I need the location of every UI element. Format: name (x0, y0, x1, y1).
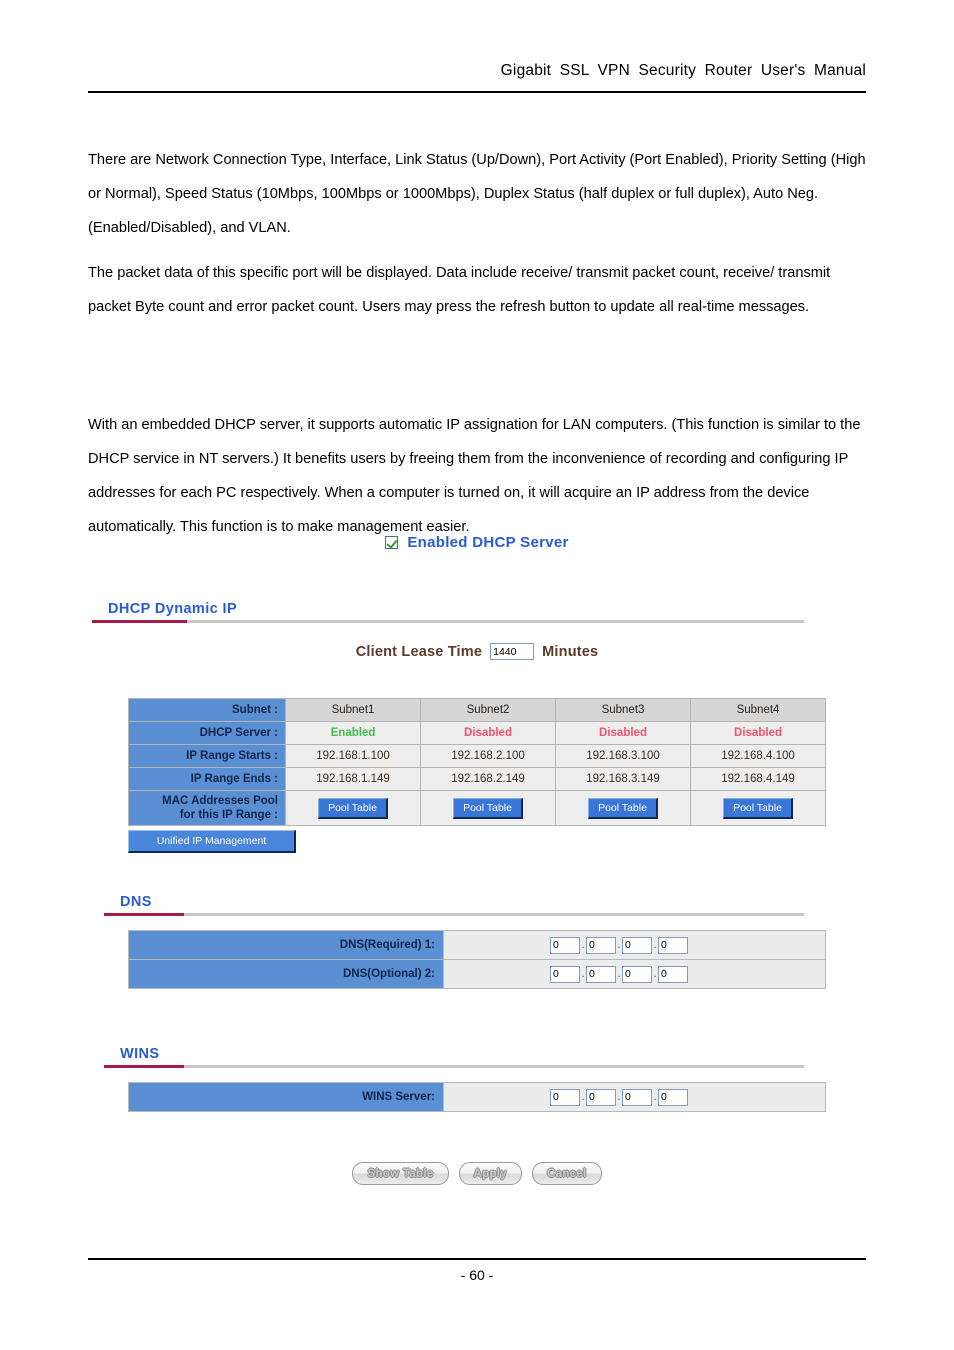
paragraph-port-status: There are Network Connection Type, Inter… (88, 152, 866, 236)
cell-range-start-1: 192.168.1.100 (285, 744, 421, 768)
table-row-wins-server: WINS Server: . . . (128, 1082, 826, 1112)
manual-title: Gigabit SSL VPN Security Router User's M… (500, 62, 866, 79)
section-title: DHCP Dynamic IP (108, 601, 238, 617)
dns1-octet-2[interactable] (586, 936, 616, 954)
row-label-mac-pool-line2: for this IP Range : (179, 809, 278, 821)
dns-settings-table: DNS(Required) 1: . . . DNS(Optional) 2: … (128, 930, 826, 989)
dns-required-octets: . . . (444, 936, 825, 954)
pool-table-button-1[interactable]: Pool Table (318, 797, 388, 819)
client-lease-time-row: Client Lease Time Minutes (0, 643, 954, 660)
row-label-wins-server: WINS Server: (128, 1082, 444, 1112)
cell-subnet1: Subnet1 (285, 698, 421, 722)
enabled-dhcp-server-row[interactable]: Enabled DHCP Server (0, 534, 954, 551)
row-label-mac-pool: MAC Addresses Pool for this IP Range : (128, 790, 286, 826)
client-lease-time-input[interactable] (490, 643, 535, 660)
pool-table-button-4[interactable]: Pool Table (723, 797, 793, 819)
table-row-ip-range-ends: IP Range Ends : 192.168.1.149 192.168.2.… (128, 767, 826, 791)
dns-optional-octets: . . . (444, 965, 825, 983)
table-row-ip-range-starts: IP Range Starts : 192.168.1.100 192.168.… (128, 744, 826, 768)
row-label-dns-optional: DNS(Optional) 2: (128, 959, 444, 989)
cell-range-end-1: 192.168.1.149 (285, 767, 421, 791)
section-underline (104, 913, 804, 916)
dns-required-field-cell: . . . (443, 930, 826, 960)
checkbox-checked-icon[interactable] (385, 536, 399, 549)
footer-divider (88, 1258, 866, 1260)
section-header-wins: WINS (104, 1045, 804, 1068)
paragraph-packet-data: The packet data of this specific port wi… (88, 265, 831, 315)
row-label-ip-range-starts: IP Range Starts : (128, 744, 286, 768)
enabled-dhcp-server-label: Enabled DHCP Server (407, 534, 569, 551)
row-label-dhcp-server: DHCP Server : (128, 721, 286, 745)
section-title: DNS (120, 894, 152, 910)
cell-pool-table-2: Pool Table (420, 790, 556, 826)
document-header: Gigabit SSL VPN Security Router User's M… (88, 62, 866, 80)
cell-pool-table-4: Pool Table (690, 790, 826, 826)
cell-range-end-2: 192.168.2.149 (420, 767, 556, 791)
cell-pool-table-3: Pool Table (555, 790, 691, 826)
cell-dhcp-status-1: Enabled (285, 721, 421, 745)
dns2-octet-3[interactable] (622, 965, 652, 983)
dns1-octet-1[interactable] (550, 936, 580, 954)
section-underline (92, 620, 804, 623)
table-row-dhcp-server: DHCP Server : Enabled Disabled Disabled … (128, 721, 826, 745)
section-header-dns: DNS (104, 893, 804, 916)
row-label-subnet: Subnet : (128, 698, 286, 722)
pool-table-button-3[interactable]: Pool Table (588, 797, 658, 819)
dns1-octet-4[interactable] (658, 936, 688, 954)
table-row-dns-optional: DNS(Optional) 2: . . . (128, 959, 826, 989)
dns2-octet-2[interactable] (586, 965, 616, 983)
section-title: WINS (120, 1046, 160, 1062)
row-label-ip-range-ends: IP Range Ends : (128, 767, 286, 791)
dns-optional-field-cell: . . . (443, 959, 826, 989)
dns2-octet-4[interactable] (658, 965, 688, 983)
dns1-octet-3[interactable] (622, 936, 652, 954)
cell-subnet2: Subnet2 (420, 698, 556, 722)
cell-range-start-2: 192.168.2.100 (420, 744, 556, 768)
table-row-mac-pool: MAC Addresses Pool for this IP Range : P… (128, 790, 826, 826)
table-row-dns-required: DNS(Required) 1: . . . (128, 930, 826, 960)
section-header-dhcp-dynamic-ip: DHCP Dynamic IP (92, 600, 804, 623)
unified-ip-management-wrap: Unified IP Management (128, 830, 296, 853)
cell-range-start-3: 192.168.3.100 (555, 744, 691, 768)
row-label-mac-pool-line1: MAC Addresses Pool (162, 795, 278, 807)
form-action-buttons: Show Table Apply Cancel (0, 1162, 954, 1185)
show-table-button[interactable]: Show Table (352, 1162, 449, 1185)
wins-octet-2[interactable] (586, 1088, 616, 1106)
cell-pool-table-1: Pool Table (285, 790, 421, 826)
header-divider (88, 91, 866, 93)
cancel-button[interactable]: Cancel (531, 1162, 602, 1185)
cell-dhcp-status-4: Disabled (690, 721, 826, 745)
cell-dhcp-status-2: Disabled (420, 721, 556, 745)
dns2-octet-1[interactable] (550, 965, 580, 983)
cell-range-end-4: 192.168.4.149 (690, 767, 826, 791)
unified-ip-management-button[interactable]: Unified IP Management (128, 830, 296, 853)
wins-octet-1[interactable] (550, 1088, 580, 1106)
cell-range-start-4: 192.168.4.100 (690, 744, 826, 768)
wins-server-octets: . . . (444, 1088, 825, 1106)
wins-octet-3[interactable] (622, 1088, 652, 1106)
row-label-dns-required: DNS(Required) 1: (128, 930, 444, 960)
wins-settings-table: WINS Server: . . . (128, 1082, 826, 1112)
pool-table-button-2[interactable]: Pool Table (453, 797, 523, 819)
cell-subnet4: Subnet4 (690, 698, 826, 722)
page-number: - 60 - (460, 1267, 494, 1283)
cell-subnet3: Subnet3 (555, 698, 691, 722)
client-lease-time-label: Client Lease Time (355, 643, 483, 660)
paragraph-dhcp-intro: With an embedded DHCP server, it support… (88, 417, 861, 535)
table-row-subnet: Subnet : Subnet1 Subnet2 Subnet3 Subnet4 (128, 698, 826, 722)
section-underline (104, 1065, 804, 1068)
dhcp-subnet-table: Subnet : Subnet1 Subnet2 Subnet3 Subnet4… (128, 698, 826, 826)
apply-button[interactable]: Apply (458, 1162, 522, 1185)
wins-server-field-cell: . . . (443, 1082, 826, 1112)
client-lease-time-units: Minutes (542, 643, 599, 660)
wins-octet-4[interactable] (658, 1088, 688, 1106)
cell-range-end-3: 192.168.3.149 (555, 767, 691, 791)
cell-dhcp-status-3: Disabled (555, 721, 691, 745)
